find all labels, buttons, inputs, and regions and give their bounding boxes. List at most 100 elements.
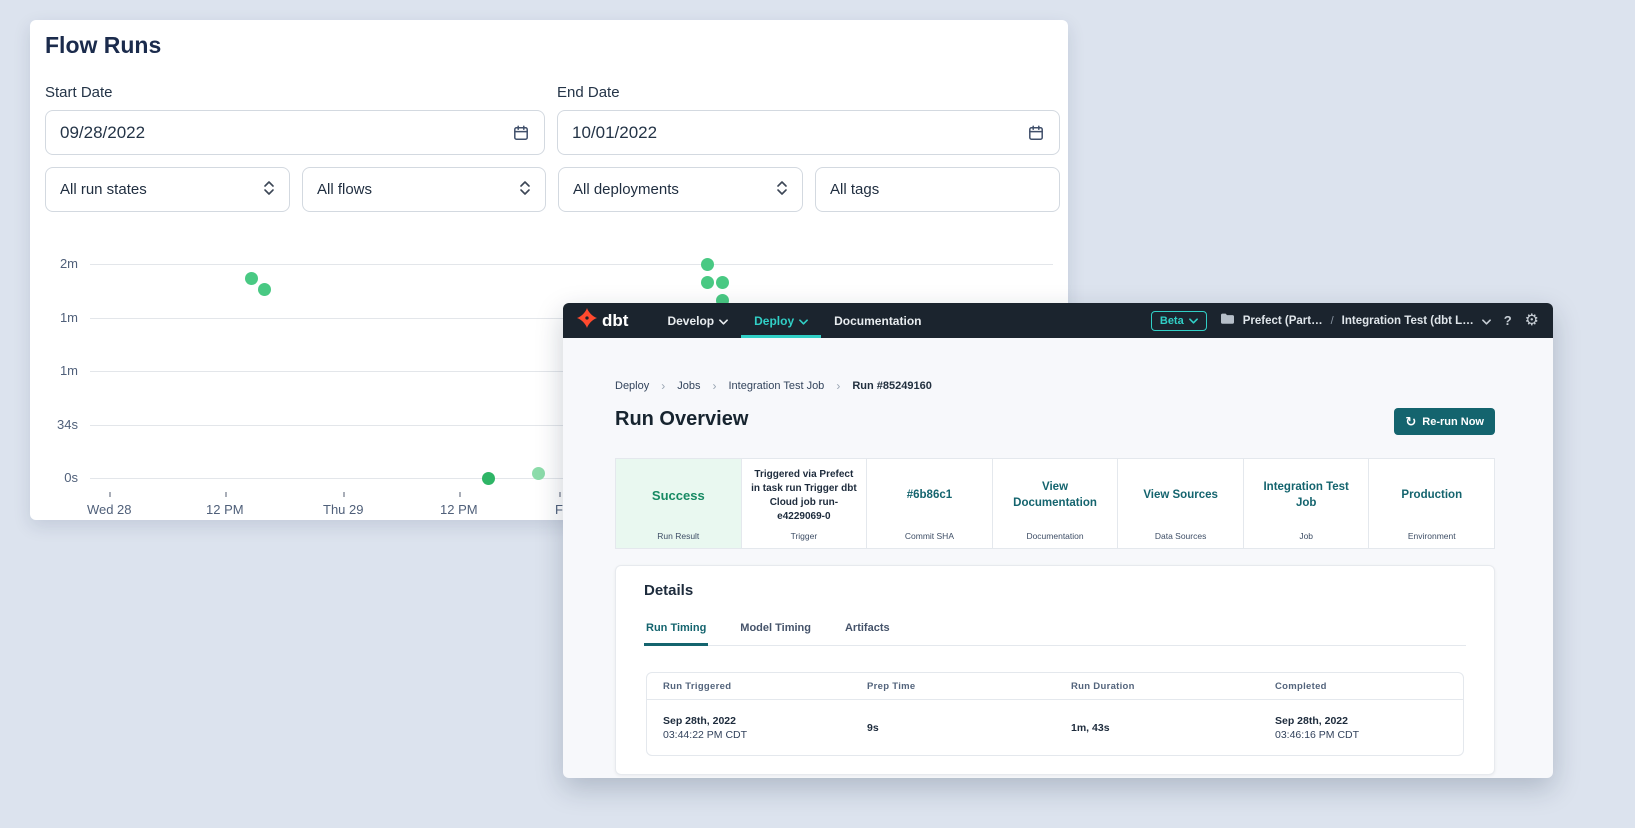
updown-chevron-icon [519,180,531,200]
job-link[interactable]: Integration Test Job [1252,480,1361,511]
details-tabs: Run Timing Model Timing Artifacts [644,614,1466,646]
x-axis-tick-label: 12 PM [419,502,499,517]
environment-link[interactable]: Production [1401,488,1462,504]
breadcrumb-deploy[interactable]: Deploy [615,380,649,392]
scatter-point[interactable] [258,283,271,296]
start-date-value[interactable] [60,123,512,143]
cell-run-triggered: Sep 28th, 2022 03:44:22 PM CDT [647,715,851,741]
column-header-completed: Completed [1259,681,1463,692]
updown-chevron-icon [263,180,275,200]
breadcrumb-jobs[interactable]: Jobs [677,380,700,392]
y-axis-tick-label: 2m [30,256,78,272]
x-axis-tick [343,492,345,497]
tab-run-timing[interactable]: Run Timing [644,614,708,646]
run-summary-strip: Success Run Result Triggered via Prefect… [615,458,1495,549]
dbt-cloud-window: dbt Develop Deploy Documentation Beta Pr… [563,303,1553,778]
project-environment-selector[interactable]: Prefect (Part… / Integration Test (dbt L… [1220,312,1491,330]
summary-cell-commit-sha: #6b86c1 Commit SHA [866,459,992,548]
environment-name: Integration Test (dbt L… [1342,315,1474,327]
refresh-icon: ↻ [1405,414,1416,430]
summary-cell-environment: Production Environment [1368,459,1494,548]
run-timing-table: Run Triggered Prep Time Run Duration Com… [646,672,1464,756]
details-card: Details Run Timing Model Timing Artifact… [615,565,1495,775]
nav-item-develop[interactable]: Develop [654,303,741,338]
dbt-logo-text: dbt [602,311,628,331]
x-axis-tick-label: Thu 29 [303,502,383,517]
summary-cell-job: Integration Test Job Job [1243,459,1369,548]
summary-cell-run-result: Success Run Result [616,459,741,548]
project-name: Prefect (Part… [1243,315,1323,327]
chevron-down-icon [719,314,728,328]
chevron-down-icon [1482,312,1491,330]
y-axis-tick-label: 1m [30,363,78,379]
run-states-select-value: All run states [60,181,147,198]
calendar-icon[interactable] [512,124,530,142]
start-date-input[interactable] [45,110,545,155]
end-date-input[interactable] [557,110,1060,155]
cell-completed: Sep 28th, 2022 03:46:16 PM CDT [1259,715,1463,741]
breadcrumb-integration-test-job[interactable]: Integration Test Job [729,380,825,392]
breadcrumb-run-number: Run #85249160 [852,380,932,392]
view-sources-link[interactable]: View Sources [1143,488,1218,504]
run-overview-title: Run Overview [615,408,748,431]
x-axis-tick [109,492,111,497]
details-title: Details [644,582,693,599]
y-axis-tick-label: 1m [30,310,78,326]
scatter-point[interactable] [701,276,714,289]
flows-select-value: All flows [317,181,372,198]
table-row: Sep 28th, 2022 03:44:22 PM CDT 9s 1m, 43… [647,700,1463,755]
flow-runs-title: Flow Runs [45,32,161,59]
view-documentation-link[interactable]: View Documentation [1001,480,1110,511]
tab-artifacts[interactable]: Artifacts [843,614,892,646]
x-axis-tick [459,492,461,497]
cell-run-duration: 1m, 43s [1055,722,1259,734]
gear-icon[interactable]: ⚙ [1525,313,1539,329]
commit-sha-link[interactable]: #6b86c1 [907,488,952,504]
tags-select[interactable]: All tags [815,167,1060,212]
tab-model-timing[interactable]: Model Timing [738,614,813,646]
scatter-point[interactable] [482,472,495,485]
x-axis-tick-label: 12 PM [185,502,265,517]
chevron-down-icon [1189,315,1198,327]
help-icon[interactable]: ? [1504,313,1512,328]
chevron-down-icon [799,314,808,328]
nav-item-documentation[interactable]: Documentation [821,303,934,338]
calendar-icon[interactable] [1027,124,1045,142]
end-date-value[interactable] [572,123,1027,143]
rerun-now-button[interactable]: ↻ Re-run Now [1394,408,1495,435]
column-header-run-duration: Run Duration [1055,681,1259,692]
beta-dropdown[interactable]: Beta [1151,311,1207,331]
updown-chevron-icon [776,180,788,200]
breadcrumb-separator: › [661,379,665,393]
summary-cell-data-sources: View Sources Data Sources [1117,459,1243,548]
end-date-label: End Date [557,84,620,101]
y-axis-tick-label: 0s [30,470,78,486]
x-axis-tick [225,492,227,497]
path-separator: / [1331,315,1334,327]
nav-item-deploy[interactable]: Deploy [741,303,821,338]
folder-icon [1220,312,1235,330]
dbt-nav-links: Develop Deploy Documentation [654,303,934,338]
column-header-prep-time: Prep Time [851,681,1055,692]
deployments-select-value: All deployments [573,181,679,198]
scatter-point[interactable] [245,272,258,285]
scatter-point[interactable] [532,467,545,480]
start-date-label: Start Date [45,84,113,101]
column-header-run-triggered: Run Triggered [647,681,851,692]
status-badge: Success [652,488,705,503]
scatter-point[interactable] [701,258,714,271]
scatter-point[interactable] [716,276,729,289]
breadcrumb-separator: › [713,379,717,393]
x-axis-tick [559,492,561,497]
dbt-navbar: dbt Develop Deploy Documentation Beta Pr… [563,303,1553,338]
deployments-select[interactable]: All deployments [558,167,803,212]
dbt-logo[interactable]: dbt [577,308,628,333]
dbt-nav-right: Beta Prefect (Part… / Integration Test (… [1151,311,1539,331]
flows-select[interactable]: All flows [302,167,546,212]
summary-cell-trigger: Triggered via Prefect in task run Trigge… [741,459,867,548]
breadcrumb: Deploy › Jobs › Integration Test Job › R… [615,379,932,393]
run-states-select[interactable]: All run states [45,167,290,212]
x-axis-tick-label: Wed 28 [69,502,149,517]
table-header-row: Run Triggered Prep Time Run Duration Com… [647,673,1463,700]
chart-gridline [90,264,1053,265]
